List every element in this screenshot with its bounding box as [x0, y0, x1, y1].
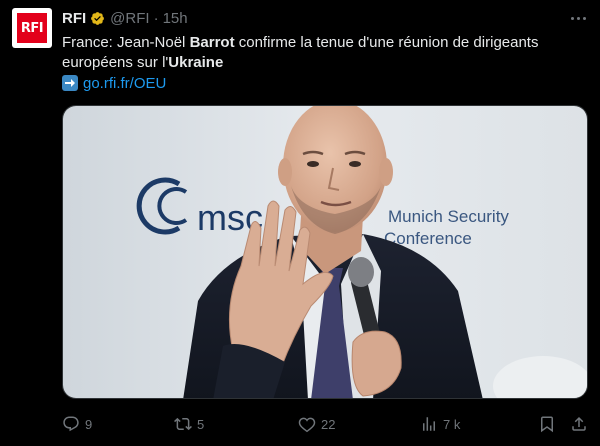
share-button[interactable] [570, 414, 588, 434]
avatar[interactable]: RFI [12, 8, 52, 48]
arrow-right-emoji-icon [62, 75, 78, 91]
tweet-text: France: Jean-Noël Barrot confirme la ten… [62, 33, 582, 73]
handle[interactable]: @RFI [110, 10, 149, 27]
timestamp[interactable]: 15h [163, 10, 188, 27]
repost-icon [174, 417, 192, 431]
like-button[interactable]: 22 [298, 414, 335, 434]
avatar-text: RFI [20, 20, 44, 36]
text-part-bold: Barrot [189, 34, 235, 51]
verified-badge-icon[interactable] [90, 11, 105, 26]
reply-count: 9 [85, 416, 93, 432]
views-icon [423, 417, 435, 431]
backdrop-line1: Munich Security [388, 207, 509, 226]
link-line: go.rfi.fr/OEU [62, 73, 166, 93]
bookmark-button[interactable] [538, 414, 556, 434]
rfi-logo: RFI [17, 13, 47, 43]
reply-button[interactable]: 9 [62, 414, 92, 434]
like-count: 22 [321, 416, 336, 432]
text-part: France: Jean-Noël [62, 34, 190, 51]
display-name[interactable]: RFI [62, 10, 86, 27]
tweet-actions: 9 5 22 7 k [62, 414, 588, 434]
separator-dot: · [153, 9, 159, 27]
tweet-header: RFI @RFI · 15h [62, 8, 188, 28]
share-icon [572, 416, 586, 431]
tweet[interactable]: RFI RFI @RFI · 15h France: Jean-Noël Bar… [0, 0, 600, 446]
repost-button[interactable]: 5 [174, 414, 204, 434]
bookmark-icon [541, 416, 553, 433]
repost-count: 5 [197, 416, 205, 432]
more-icon[interactable] [568, 11, 588, 25]
photo-image: msc Munich Security Conference [63, 106, 587, 398]
reply-icon [63, 416, 79, 432]
text-part-bold: Ukraine [168, 54, 224, 71]
views-count: 7 k [443, 416, 461, 432]
views-button[interactable]: 7 k [420, 414, 460, 434]
like-icon [298, 417, 316, 433]
tweet-link[interactable]: go.rfi.fr/OEU [83, 75, 166, 92]
tweet-photo[interactable]: msc Munich Security Conference [62, 105, 588, 399]
